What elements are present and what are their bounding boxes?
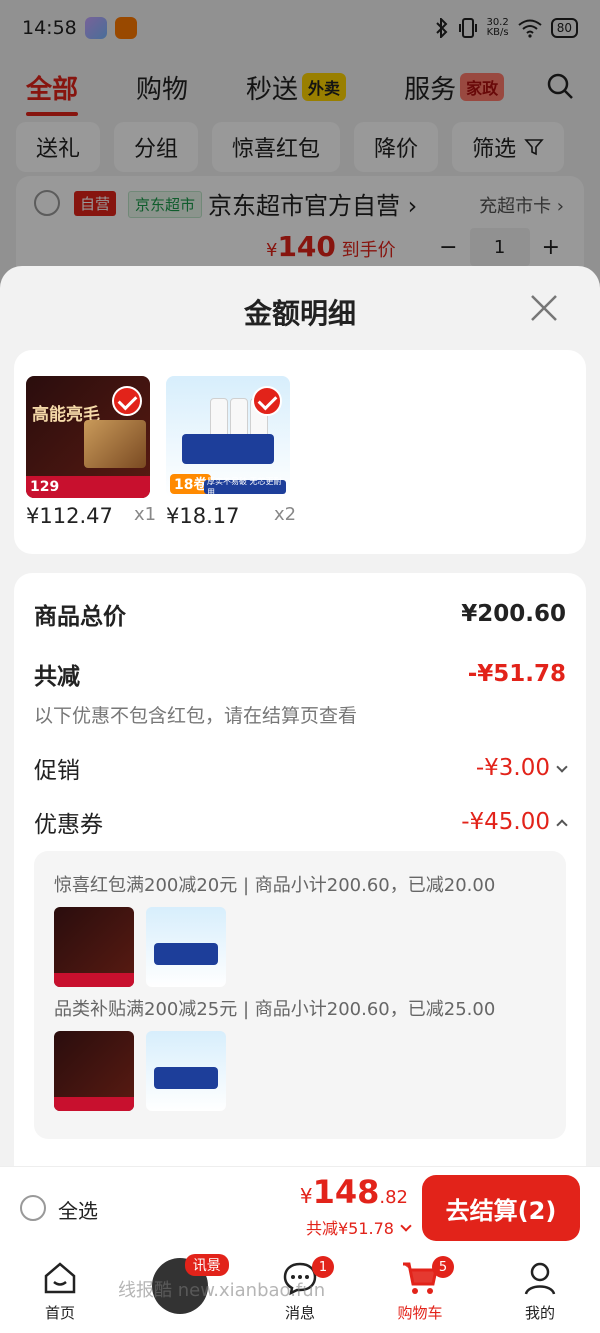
total-decimal: .82 <box>379 1187 408 1208</box>
tissue-mini-thumbnail <box>146 907 226 987</box>
total-value: ¥200.60 <box>461 601 566 627</box>
tab-profile[interactable]: 我的 <box>480 1250 600 1333</box>
selected-items-card: 高能亮毛 129 ¥112.47 x1 18卷 厚实不易破 无芯更耐用 ¥18.… <box>14 350 586 554</box>
thumb-price-bar: 129 <box>26 476 150 498</box>
mini-price-bar <box>54 973 134 987</box>
dog-food-thumbnail: 高能亮毛 129 <box>26 376 150 498</box>
product-box-image <box>84 420 146 468</box>
reduce-value: -¥51.78 <box>467 661 566 687</box>
message-count-badge: 1 <box>312 1256 334 1278</box>
cart-count-badge: 5 <box>432 1256 454 1278</box>
saved-amount-toggle[interactable]: 共减¥51.78 <box>306 1215 412 1239</box>
chevron-down-icon <box>556 761 568 773</box>
total-label: 商品总价 <box>34 604 126 630</box>
watermark: 线报酷 new.xianbao.fun <box>118 1280 326 1301</box>
select-all-radio[interactable] <box>20 1195 46 1221</box>
promo-value-wrap: -¥3.00 <box>475 755 568 781</box>
tab-home-label: 首页 <box>44 1304 75 1322</box>
total-row: 商品总价 ¥200.60 <box>34 597 566 631</box>
coupon-label: 优惠券 <box>34 812 103 838</box>
reduce-label: 共减 <box>34 664 80 690</box>
saved-amount: 共减¥51.78 <box>306 1219 394 1238</box>
item-quantity: x1 <box>134 504 157 525</box>
mini-pack-image <box>154 1067 218 1089</box>
chevron-up-icon <box>556 819 568 831</box>
coupon-row[interactable]: 优惠券 -¥45.00 <box>34 805 568 839</box>
coupon-value-wrap: -¥45.00 <box>461 809 568 835</box>
thumb-price: 129 <box>30 479 60 495</box>
thumb-slogan: 厚实不易破 无芯更耐用 <box>204 477 286 497</box>
checkout-button[interactable]: 去结算(2) <box>422 1175 580 1241</box>
checkout-bar: 全选 ¥148.82 共减¥51.78 去结算(2) <box>0 1166 600 1250</box>
select-all-label[interactable]: 全选 <box>58 1195 98 1224</box>
item-price: ¥18.17 <box>166 504 240 528</box>
promo-row[interactable]: 促销 -¥3.00 <box>34 751 568 785</box>
checkout-total: ¥148.82 <box>300 1173 408 1211</box>
price-breakdown-card: 商品总价 ¥200.60 共减 -¥51.78 以下优惠不包含红包，请在结算页查… <box>14 573 586 1213</box>
amount-detail-sheet: 金额明细 高能亮毛 129 ¥112.47 x1 18卷 厚实不易破 无芯更耐用 <box>0 266 600 1213</box>
total-currency: ¥ <box>299 1184 313 1208</box>
discount-note: 以下优惠不包含红包，请在结算页查看 <box>34 705 358 727</box>
tab-cart-label: 购物车 <box>397 1304 443 1322</box>
dog-food-mini-thumbnail <box>54 907 134 987</box>
reduce-row: 共减 -¥51.78 <box>34 657 566 691</box>
item-price: ¥112.47 <box>26 504 113 528</box>
tab-profile-label: 我的 <box>524 1304 555 1322</box>
promo-badge: 讯景 <box>184 1254 229 1276</box>
checked-icon <box>112 386 142 416</box>
total-integer: 148 <box>312 1173 380 1211</box>
tab-cart[interactable]: 5 购物车 <box>360 1250 480 1333</box>
coupon-line: 品类补贴满200减25元 | 商品小计200.60，已减25.00 <box>54 999 496 1020</box>
promo-value: -¥3.00 <box>475 755 550 781</box>
mini-pack-image <box>154 943 218 965</box>
tissue-mini-thumbnail <box>146 1031 226 1111</box>
selected-item[interactable]: 高能亮毛 129 ¥112.47 x1 <box>26 376 156 528</box>
home-icon <box>44 1262 76 1294</box>
sheet-title: 金额明细 <box>243 297 356 330</box>
profile-icon <box>524 1262 556 1295</box>
chevron-down-icon <box>400 1220 412 1232</box>
coupon-line: 惊喜红包满200减20元 | 商品小计200.60，已减20.00 <box>54 875 496 896</box>
selected-item[interactable]: 18卷 厚实不易破 无芯更耐用 ¥18.17 x2 <box>166 376 296 528</box>
coupon-value: -¥45.00 <box>461 809 550 835</box>
dog-food-mini-thumbnail <box>54 1031 134 1111</box>
mini-price-bar <box>54 1097 134 1111</box>
tab-home[interactable]: 首页 <box>0 1250 120 1333</box>
tissue-thumbnail: 18卷 厚实不易破 无芯更耐用 <box>166 376 290 498</box>
tab-messages-label: 消息 <box>284 1304 315 1322</box>
coupon-detail-box: 惊喜红包满200减20元 | 商品小计200.60，已减20.00 品类补贴满2… <box>34 851 566 1139</box>
checked-icon <box>252 386 282 416</box>
promo-label: 促销 <box>34 758 80 784</box>
close-icon[interactable] <box>528 292 560 324</box>
item-quantity: x2 <box>274 504 297 525</box>
tissue-pack-image <box>182 434 274 464</box>
